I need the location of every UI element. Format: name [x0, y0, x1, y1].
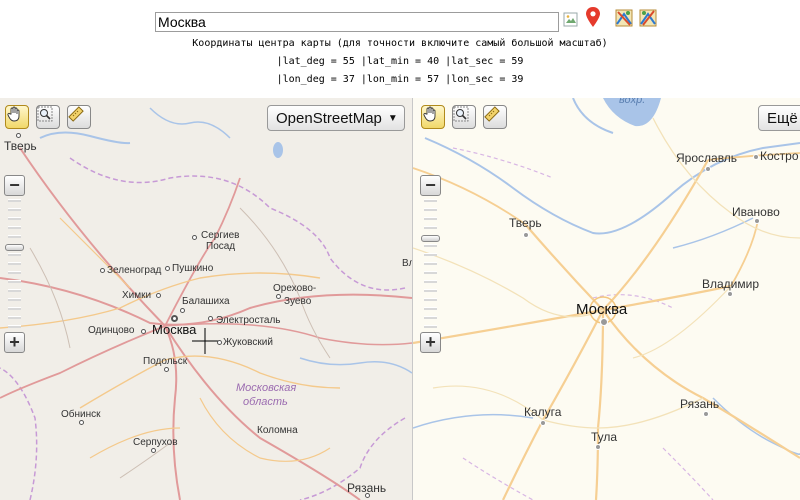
- city-dot-balashikha: [180, 308, 185, 313]
- city-dot-tula: [595, 444, 601, 450]
- city-dot-pushkino: [165, 266, 170, 271]
- dropdown-arrow-icon: ▼: [387, 112, 398, 124]
- city-label-zhukovsky: Жуковский: [223, 337, 273, 348]
- city-dot-serpukhov: [151, 448, 156, 453]
- city-label-kaluga: Калуга: [524, 405, 562, 419]
- region-label-2: область: [243, 396, 288, 408]
- ruler-tool-right[interactable]: [483, 105, 507, 129]
- city-dot-moskva-right: [600, 318, 608, 326]
- city-label-podolsk: Подольск: [143, 356, 188, 367]
- city-label-serpukhov: Серпухов: [133, 437, 178, 448]
- city-dot-ryazan: [365, 493, 370, 498]
- city-dot-elektrostal: [208, 316, 213, 321]
- city-dot-moskva: [171, 315, 178, 322]
- city-label-kolomna: Коломна: [257, 425, 298, 436]
- layer-label: OpenStreetMap: [276, 109, 382, 127]
- city-label-ryazan-right: Рязань: [680, 397, 720, 411]
- map-tool-icon[interactable]: [615, 8, 635, 28]
- pan-hand-tool-right[interactable]: [421, 105, 445, 129]
- city-dot-ivanovo: [754, 218, 760, 224]
- city-label-vladimir: Владимир: [702, 277, 760, 291]
- zoom-slider-knob-right[interactable]: [421, 235, 440, 242]
- city-dot-odintsovo: [141, 329, 146, 334]
- city-label-tula: Тула: [591, 430, 618, 444]
- ruler-tool[interactable]: [67, 105, 91, 129]
- city-label-kostroma: Костро: [760, 149, 799, 163]
- city-label-orekhovo: Орехово-: [273, 283, 317, 294]
- city-label-zuevo: Зуево: [284, 296, 312, 307]
- zoom-box-tool[interactable]: [36, 105, 60, 129]
- city-dot-vladimir: [727, 291, 733, 297]
- magnifier-icon: [37, 106, 53, 122]
- city-label-khimki: Химки: [122, 290, 152, 301]
- yandex-map-panel[interactable]: Ещё − + вдхр. Ярославль Костро Тверь Ива…: [413, 98, 800, 500]
- hand-icon: [423, 106, 436, 122]
- city-dot-zelenograd: [100, 268, 105, 273]
- city-dot-orekhovo: [276, 294, 281, 299]
- city-label-sergiev: Сергиев: [201, 230, 240, 241]
- more-layers-label: Ещё: [767, 109, 798, 127]
- osm-map-panel[interactable]: OpenStreetMap ▼ − + Тверь Сергиев Посад …: [0, 98, 412, 500]
- region-label-1: Московская: [236, 382, 297, 394]
- search-input[interactable]: [155, 12, 559, 32]
- map-pin-icon[interactable]: [585, 6, 605, 27]
- city-dot-ryazan-right: [703, 411, 709, 417]
- city-label-balashikha: Балашиха: [182, 296, 230, 307]
- city-label-moskva-right: Москва: [576, 301, 628, 318]
- city-label-obninsk: Обнинск: [61, 409, 101, 420]
- broken-image-icon[interactable]: [563, 12, 579, 28]
- city-label-ivanovo: Иваново: [732, 205, 780, 219]
- zoom-out-button[interactable]: −: [4, 175, 25, 196]
- city-label-pushkino: Пушкино: [172, 263, 214, 274]
- pan-hand-tool[interactable]: [5, 105, 29, 129]
- zoom-out-button-right[interactable]: −: [420, 175, 441, 196]
- hand-icon: [7, 106, 20, 122]
- zoom-slider-knob[interactable]: [5, 244, 24, 251]
- ruler-icon: [68, 106, 84, 122]
- city-label-tver-right: Тверь: [509, 216, 542, 230]
- zoom-in-button[interactable]: +: [4, 332, 25, 353]
- lon-line: |lon_deg = 37 |lon_min = 57 |lon_sec = 3…: [276, 74, 524, 85]
- top-toolbar: Координаты центра карты (для точности вк…: [0, 0, 800, 98]
- city-dot-khimki: [156, 293, 161, 298]
- city-dot-tver-right: [523, 232, 529, 238]
- zoom-control[interactable]: − +: [4, 175, 25, 355]
- city-dot-podolsk: [164, 367, 169, 372]
- lat-line: |lat_deg = 55 |lat_min = 40 |lat_sec = 5…: [276, 56, 524, 67]
- water-label: вдхр.: [619, 98, 646, 106]
- city-label-zelenograd: Зеленоград: [107, 265, 162, 276]
- city-label-posad: Посад: [206, 241, 236, 252]
- city-label-tver: Тверь: [4, 139, 37, 153]
- city-label-edge: Вл: [402, 258, 412, 269]
- city-dot-kaluga: [540, 420, 546, 426]
- layer-switcher-button[interactable]: OpenStreetMap ▼: [267, 105, 405, 131]
- zoom-box-tool-right[interactable]: [452, 105, 476, 129]
- city-dot-zhukovsky: [217, 340, 222, 345]
- map-tool-icon-2[interactable]: [639, 8, 659, 28]
- city-label-moskva: Москва: [152, 322, 197, 337]
- city-dot-kostroma: [753, 154, 759, 160]
- city-dot-tver: [16, 133, 21, 138]
- magnifier-icon: [453, 106, 469, 122]
- zoom-in-button-right[interactable]: +: [420, 332, 441, 353]
- zoom-control-right[interactable]: − +: [420, 175, 441, 355]
- city-label-elektrostal: Электросталь: [216, 315, 281, 326]
- ruler-icon: [484, 106, 500, 122]
- zoom-track-right[interactable]: [421, 197, 440, 331]
- zoom-track[interactable]: [5, 197, 24, 331]
- city-dot-obninsk: [79, 420, 84, 425]
- coords-caption: Координаты центра карты (для точности вк…: [192, 38, 608, 49]
- more-layers-button[interactable]: Ещё: [758, 105, 800, 131]
- city-label-yaroslavl: Ярославль: [676, 151, 738, 165]
- city-dot-yaroslavl: [705, 166, 711, 172]
- city-label-odintsovo: Одинцово: [88, 325, 135, 336]
- city-dot-sergiev: [192, 235, 197, 240]
